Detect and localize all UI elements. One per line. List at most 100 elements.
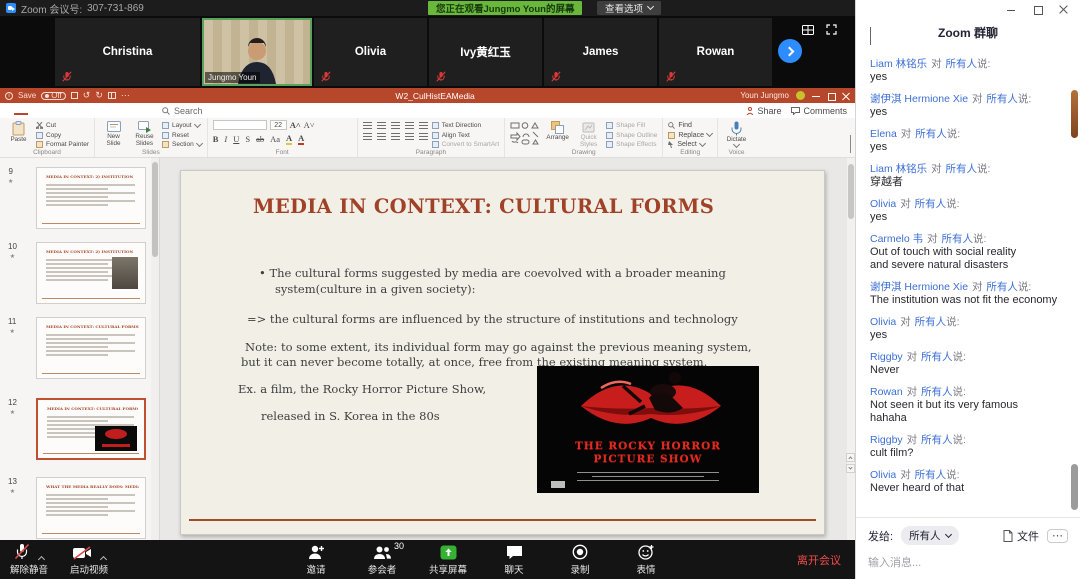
section-button[interactable]: Section xyxy=(162,141,202,148)
chat-scrollbar-thumb-highlight[interactable] xyxy=(1071,90,1078,138)
chat-audience[interactable]: 所有人 xyxy=(915,469,947,481)
chat-audience[interactable]: 所有人 xyxy=(986,281,1018,293)
menu-tab[interactable] xyxy=(70,105,84,115)
chat-sender[interactable]: Olivia xyxy=(870,316,896,328)
redo-icon[interactable]: ↻ xyxy=(95,91,103,100)
canvas-scrollbar[interactable] xyxy=(847,158,855,540)
chat-audience[interactable]: 所有人 xyxy=(946,163,978,175)
chat-sender[interactable]: 谢伊淇 Hermione Xie xyxy=(870,281,968,293)
chat-audience[interactable]: 所有人 xyxy=(921,386,953,398)
slide-thumbnail[interactable]: MEDIA IN CONTEXT: 2) INSTITUTION xyxy=(36,242,146,304)
share-button[interactable]: Share xyxy=(746,106,781,116)
participants-button[interactable]: 30 参会者 xyxy=(354,543,410,576)
columns-icon[interactable] xyxy=(419,133,428,140)
shape-outline-button[interactable]: Shape Outline xyxy=(606,132,657,139)
chat-audience[interactable]: 所有人 xyxy=(941,233,973,245)
chat-sender[interactable]: Riggby xyxy=(870,351,903,363)
menu-tab[interactable] xyxy=(0,105,14,115)
send-to-dropdown[interactable]: 所有人 xyxy=(901,526,959,545)
chat-input[interactable]: 输入消息... xyxy=(868,554,1068,570)
chat-sender[interactable]: Liam 林铭乐 xyxy=(870,58,927,70)
chat-sender[interactable]: Olivia xyxy=(870,198,896,210)
align-text-button[interactable]: Align Text xyxy=(432,132,499,139)
chat-audience[interactable]: 所有人 xyxy=(946,58,978,70)
chat-sender[interactable]: Elena xyxy=(870,128,897,140)
bold-button[interactable]: B xyxy=(213,134,219,144)
chat-sender[interactable]: Liam 林铭乐 xyxy=(870,163,927,175)
chat-audience[interactable]: 所有人 xyxy=(921,351,953,363)
shadow-button[interactable]: S xyxy=(245,134,250,144)
chat-sender[interactable]: Riggby xyxy=(870,434,903,446)
reuse-slides-button[interactable]: Reuse Slides xyxy=(131,120,158,147)
maximize-icon[interactable] xyxy=(1033,5,1042,14)
reactions-button[interactable]: 表情 xyxy=(618,543,674,576)
menu-tab[interactable] xyxy=(84,105,98,115)
undo-icon[interactable]: ↺ xyxy=(83,91,91,100)
menu-tab[interactable] xyxy=(140,105,154,115)
comments-button[interactable]: Comments xyxy=(791,106,847,116)
smartart-button[interactable]: Convert to SmartArt xyxy=(432,141,499,148)
record-button[interactable]: 录制 xyxy=(552,543,608,576)
slide-thumbnail[interactable]: WHAT THE MEDIA REALLY DOES: MEDIATION xyxy=(36,477,146,539)
menu-tab[interactable] xyxy=(126,105,140,115)
chat-scrollbar-thumb[interactable] xyxy=(1071,464,1078,510)
paste-button[interactable]: Paste xyxy=(5,120,32,144)
previous-slide-button[interactable] xyxy=(846,453,855,462)
new-slide-button[interactable]: New Slide xyxy=(100,120,127,147)
unmute-button[interactable]: 解除静音 xyxy=(10,543,48,576)
change-case-button[interactable]: Aa xyxy=(270,134,280,144)
participant-tile[interactable]: Christina Christina xyxy=(55,18,200,86)
font-color-button[interactable]: A xyxy=(298,133,304,145)
format-painter-button[interactable]: Format Painter xyxy=(36,141,89,148)
slideshow-icon[interactable] xyxy=(108,92,116,99)
indent-increase-icon[interactable] xyxy=(405,122,414,129)
replace-button[interactable]: Replace xyxy=(668,132,712,139)
slide-thumbnail[interactable]: MEDIA IN CONTEXT: CULTURAL FORMS xyxy=(36,398,146,460)
account-avatar[interactable] xyxy=(796,91,805,100)
save-icon[interactable] xyxy=(71,92,78,99)
chat-audience[interactable]: 所有人 xyxy=(915,198,947,210)
start-video-button[interactable]: 启动视频 xyxy=(70,543,108,576)
chat-sender[interactable]: Olivia xyxy=(870,469,896,481)
scrollbar-thumb[interactable] xyxy=(152,162,158,257)
underline-button[interactable]: U xyxy=(233,134,239,144)
participant-tile[interactable]: Jungmo Youn Jungmo Youn xyxy=(202,18,312,86)
justify-icon[interactable] xyxy=(405,133,414,140)
shape-effects-button[interactable]: Shape Effects xyxy=(606,141,657,148)
view-options-button[interactable]: 查看选项 xyxy=(597,1,661,15)
shape-fill-button[interactable]: Shape Fill xyxy=(606,122,657,129)
chat-audience[interactable]: 所有人 xyxy=(986,93,1018,105)
align-center-icon[interactable] xyxy=(377,133,386,140)
maximize-icon[interactable] xyxy=(827,92,835,100)
menu-tab[interactable] xyxy=(98,105,112,115)
menu-tab[interactable] xyxy=(14,105,28,115)
numbering-icon[interactable] xyxy=(377,122,386,129)
slide-thumbnail[interactable]: MEDIA IN CONTEXT: 2) INSTITUTION xyxy=(36,167,146,229)
copy-button[interactable]: Copy xyxy=(36,132,89,139)
next-slide-button[interactable] xyxy=(846,464,855,473)
next-participants-button[interactable] xyxy=(778,39,802,63)
arrange-button[interactable]: Arrange xyxy=(544,120,571,142)
more-options-button[interactable]: ⋯ xyxy=(1047,529,1068,543)
align-left-icon[interactable] xyxy=(363,133,372,140)
bullets-icon[interactable] xyxy=(363,122,372,129)
minimize-icon[interactable] xyxy=(1007,5,1016,14)
layout-button[interactable]: Layout xyxy=(162,122,202,129)
chat-sender[interactable]: Carmelo 韦 xyxy=(870,233,923,245)
dictate-button[interactable]: Dictate xyxy=(723,120,750,147)
chat-sender[interactable]: Rowan xyxy=(870,386,903,398)
find-button[interactable]: Find xyxy=(668,122,712,129)
indent-decrease-icon[interactable] xyxy=(391,122,400,129)
chat-audience[interactable]: 所有人 xyxy=(915,316,947,328)
line-spacing-icon[interactable] xyxy=(419,122,428,129)
cut-button[interactable]: Cut xyxy=(36,122,89,129)
chat-audience[interactable]: 所有人 xyxy=(921,434,953,446)
fullscreen-icon[interactable] xyxy=(826,24,837,35)
share-screen-button[interactable]: 共享屏幕 xyxy=(420,543,476,576)
slide-thumbnail[interactable]: MEDIA IN CONTEXT: CULTURAL FORMS xyxy=(36,317,146,379)
menu-tab[interactable] xyxy=(56,105,70,115)
highlight-color-button[interactable]: A xyxy=(286,133,292,145)
leave-meeting-button[interactable]: 离开会议 xyxy=(797,552,841,568)
align-right-icon[interactable] xyxy=(391,133,400,140)
autosave-toggle[interactable]: Off xyxy=(41,92,66,100)
